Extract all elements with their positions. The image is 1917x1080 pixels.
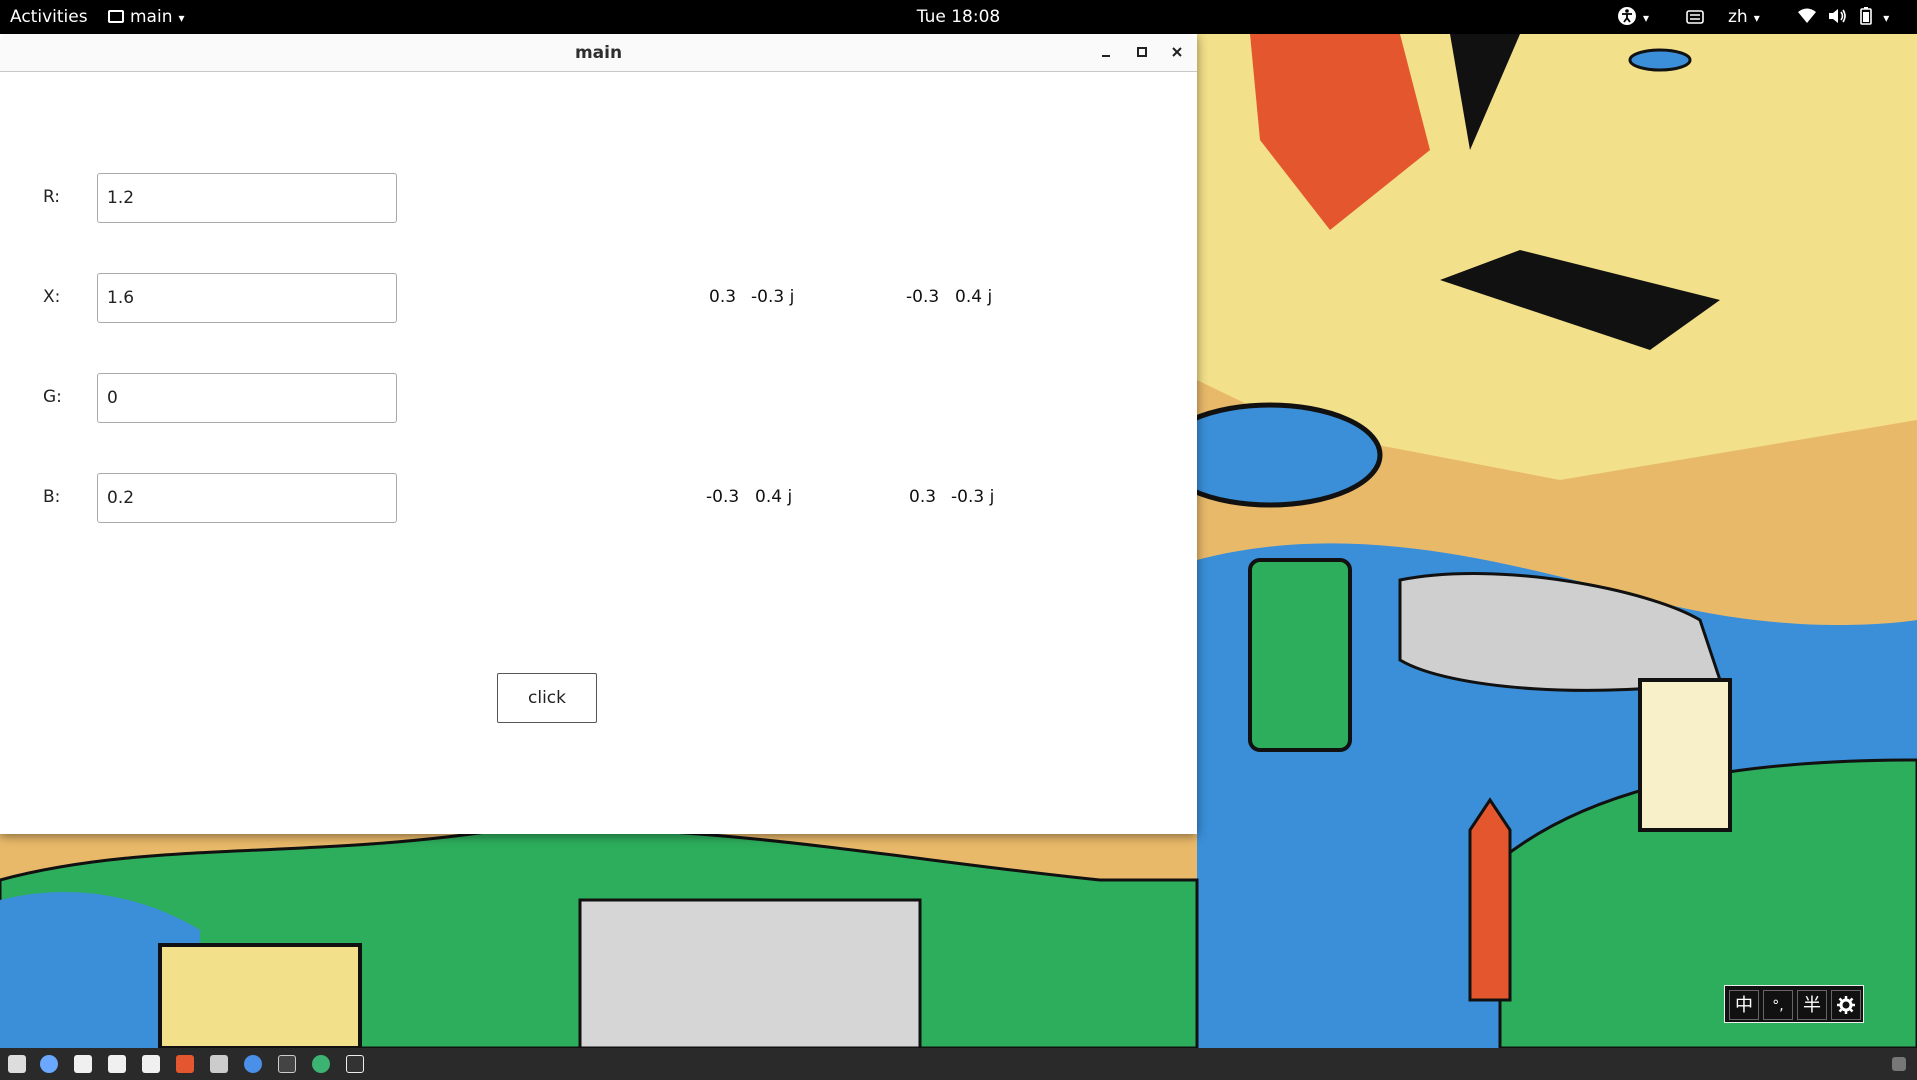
window-titlebar[interactable]: main: [0, 34, 1197, 72]
taskbar: [0, 1048, 1917, 1080]
activities-button[interactable]: Activities: [10, 0, 88, 34]
keyboard-icon: [1686, 10, 1704, 24]
ime-settings-button[interactable]: [1831, 990, 1861, 1020]
language-menu[interactable]: zh ▾: [1728, 0, 1760, 34]
volume-icon: [1829, 9, 1847, 23]
ime-mode-button[interactable]: 中: [1729, 990, 1759, 1020]
chevron-down-icon: ▾: [178, 11, 185, 25]
terminal-icon[interactable]: [278, 1055, 296, 1073]
app-menu[interactable]: main ▾: [108, 0, 185, 34]
system-menu[interactable]: ▾: [1797, 0, 1889, 34]
top-bar: Activities main ▾ Tue 18:08 ▾ zh ▾ ▾: [0, 0, 1917, 34]
x-input[interactable]: [97, 273, 397, 323]
maximize-button[interactable]: [1131, 42, 1153, 64]
files-icon[interactable]: [8, 1055, 26, 1073]
g-input[interactable]: [97, 373, 397, 423]
result-r1-c2-imag: 0.4 j: [955, 287, 993, 307]
app-menu-label: main: [130, 7, 173, 27]
window-title: main: [574, 43, 623, 63]
b-input[interactable]: [97, 473, 397, 523]
click-button[interactable]: click: [497, 673, 597, 723]
clock[interactable]: Tue 18:08: [917, 7, 1000, 27]
store-icon[interactable]: [176, 1055, 194, 1073]
result-r2-c1-imag: 0.4 j: [755, 487, 793, 507]
g-label: G:: [43, 387, 62, 407]
result-r1-c1-imag: -0.3 j: [751, 287, 795, 307]
chevron-down-icon: ▾: [1753, 11, 1760, 25]
ime-panel: 中 °, 半: [1724, 985, 1864, 1023]
document-icon[interactable]: [142, 1055, 160, 1073]
main-window: main R: X: G: B: 0.3 -0.3 j -0.3 0.4 j -…: [0, 34, 1197, 834]
tools-icon[interactable]: [210, 1055, 228, 1073]
ime-width-button[interactable]: 半: [1797, 990, 1827, 1020]
chevron-down-icon: ▾: [1883, 11, 1890, 25]
app-window-icon: [108, 10, 124, 23]
result-r2-c1-real: -0.3: [706, 487, 740, 507]
close-icon: [1172, 47, 1182, 57]
minimize-icon: [1102, 55, 1110, 57]
battery-icon: [1860, 7, 1872, 25]
document-icon[interactable]: [74, 1055, 92, 1073]
result-r1-c2-real: -0.3: [906, 287, 940, 307]
browser-icon[interactable]: [40, 1055, 58, 1073]
maximize-icon: [1137, 47, 1147, 57]
gear-icon: [1837, 996, 1855, 1014]
window-icon[interactable]: [346, 1055, 364, 1073]
x-label: X:: [43, 287, 61, 307]
b-label: B:: [43, 487, 61, 507]
r-input[interactable]: [97, 173, 397, 223]
close-button[interactable]: [1166, 42, 1188, 64]
minimize-button[interactable]: [1095, 42, 1117, 64]
result-r1-c1-real: 0.3: [709, 287, 737, 307]
keyboard-indicator[interactable]: [1686, 0, 1704, 34]
show-apps-icon[interactable]: [1892, 1057, 1906, 1071]
chevron-down-icon: ▾: [1643, 11, 1650, 25]
chrome-icon[interactable]: [244, 1055, 262, 1073]
r-label: R:: [43, 187, 61, 207]
accessibility-menu[interactable]: ▾: [1617, 0, 1649, 34]
language-label: zh: [1728, 7, 1748, 27]
result-r2-c2-real: 0.3: [909, 487, 937, 507]
result-r2-c2-imag: -0.3 j: [951, 487, 995, 507]
accessibility-icon: [1618, 7, 1636, 25]
ime-punctuation-button[interactable]: °,: [1763, 990, 1793, 1020]
app-icon[interactable]: [312, 1055, 330, 1073]
document-icon[interactable]: [108, 1055, 126, 1073]
wifi-icon: [1798, 8, 1816, 23]
